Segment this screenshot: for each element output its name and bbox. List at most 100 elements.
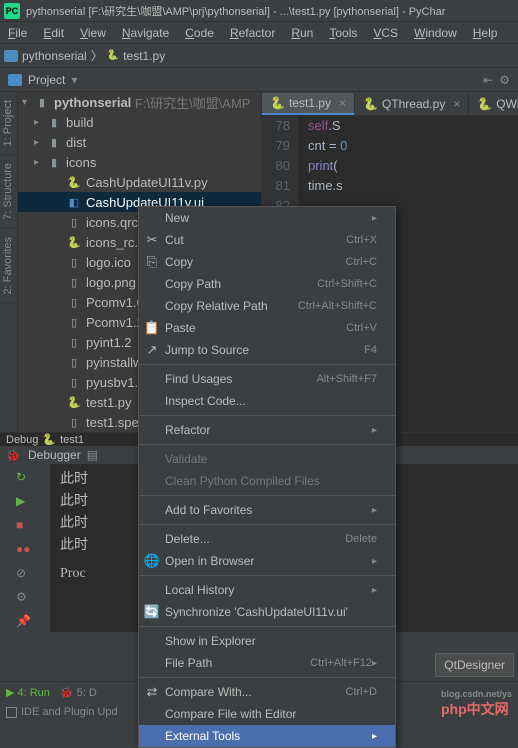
menu-item[interactable]: ⇄Compare With...Ctrl+D — [139, 681, 395, 703]
menu-item[interactable]: Copy PathCtrl+Shift+C — [139, 273, 395, 295]
menu-vcs[interactable]: VCS — [369, 24, 402, 42]
menu-view[interactable]: View — [76, 24, 110, 42]
python-icon: 🐍 — [42, 433, 56, 446]
ide-update-label[interactable]: IDE and Plugin Upd — [21, 706, 118, 718]
console-icon[interactable]: ▤ — [87, 448, 98, 462]
menu-item[interactable]: New▸ — [139, 207, 395, 229]
expand-icon[interactable]: ▸ — [34, 137, 46, 148]
menu-item[interactable]: Compare File with Editor — [139, 703, 395, 725]
menu-tools[interactable]: Tools — [325, 24, 361, 42]
menu-label: Local History — [165, 583, 372, 597]
menu-item[interactable]: External Tools▸ — [139, 725, 395, 747]
resume-icon[interactable]: ▶ — [16, 494, 34, 512]
menu-navigate[interactable]: Navigate — [118, 24, 173, 42]
tree-item[interactable]: ▸▮icons — [18, 152, 261, 172]
checkbox[interactable] — [6, 707, 17, 718]
close-icon[interactable]: × — [339, 96, 346, 110]
view-breakpoints-icon[interactable]: ●● — [16, 542, 34, 560]
line-number: 81 — [262, 176, 290, 196]
tree-root-name: pythonserial — [54, 95, 131, 110]
menu-item[interactable]: Find UsagesAlt+Shift+F7 — [139, 368, 395, 390]
rerun-icon[interactable]: ↻ — [16, 470, 34, 488]
shortcut: Ctrl+V — [346, 322, 377, 334]
menu-help[interactable]: Help — [469, 24, 502, 42]
debug-session[interactable]: test1 — [60, 434, 84, 446]
menu-item[interactable]: Refactor▸ — [139, 419, 395, 441]
mute-icon[interactable]: ⊘ — [16, 566, 34, 584]
collapse-icon[interactable]: ⇤ — [483, 73, 493, 87]
menu-label: Copy Relative Path — [165, 299, 298, 313]
expand-icon[interactable]: ▸ — [34, 117, 46, 128]
menu-item[interactable]: File PathCtrl+Alt+F12▸ — [139, 652, 395, 674]
menu-separator — [139, 524, 395, 525]
menu-file[interactable]: File — [4, 24, 31, 42]
menu-item[interactable]: ⎘CopyCtrl+C — [139, 251, 395, 273]
menu-item[interactable]: Delete...Delete — [139, 528, 395, 550]
tree-item[interactable]: ▸▮dist — [18, 132, 261, 152]
menu-item[interactable]: Copy Relative PathCtrl+Alt+Shift+C — [139, 295, 395, 317]
menu-label: Validate — [165, 452, 377, 466]
editor-tab[interactable]: 🐍test1.py× — [262, 93, 355, 115]
submenu-arrow-icon: ▸ — [372, 585, 377, 596]
debug-icon[interactable]: 🐞 — [4, 446, 22, 464]
dropdown-icon[interactable]: ▾ — [71, 73, 77, 87]
tree-item[interactable]: ▸▮build — [18, 112, 261, 132]
menu-item[interactable]: 📋PasteCtrl+V — [139, 317, 395, 339]
menu-item[interactable]: Inspect Code... — [139, 390, 395, 412]
code-line[interactable]: print( — [308, 156, 518, 176]
tree-label: test1.py — [86, 395, 132, 410]
menu-code[interactable]: Code — [181, 24, 218, 42]
project-panel-header: Project ▾ ⇤ ⚙ — [0, 68, 518, 92]
menu-separator — [139, 677, 395, 678]
file-icon: ▯ — [66, 376, 82, 389]
editor-tab[interactable]: 🐍QWi× — [469, 93, 518, 115]
menu-item[interactable]: 🔄Synchronize 'CashUpdateUI11v.ui' — [139, 601, 395, 623]
project-label[interactable]: Project — [28, 73, 65, 87]
debugger-tab[interactable]: Debugger — [28, 448, 81, 462]
gear-icon[interactable]: ⚙ — [499, 73, 510, 87]
debug-tool-window[interactable]: 🐞 5: D — [60, 686, 97, 699]
menu-item[interactable]: ↗Jump to SourceF4 — [139, 339, 395, 361]
menu-item[interactable]: Add to Favorites▸ — [139, 499, 395, 521]
watermark: blog.csdn.net/ys php中文网 — [441, 689, 512, 719]
file-icon: ▮ — [46, 116, 62, 129]
code-line[interactable]: self.S — [308, 116, 518, 136]
stop-icon[interactable]: ■ — [16, 518, 34, 536]
menu-item[interactable]: 🌐Open in Browser▸ — [139, 550, 395, 572]
tab-label: test1.py — [289, 96, 331, 110]
breadcrumb-file[interactable]: test1.py — [123, 49, 165, 63]
menu-run[interactable]: Run — [287, 24, 317, 42]
expand-icon[interactable]: ▸ — [34, 157, 46, 168]
menu-item[interactable]: ✂CutCtrl+X — [139, 229, 395, 251]
tree-item[interactable]: 🐍CashUpdateUI11v.py — [18, 172, 261, 192]
breadcrumb-project[interactable]: pythonserial — [22, 49, 87, 63]
debug-title[interactable]: Debug — [6, 434, 38, 446]
file-icon: 🐍 — [66, 396, 82, 409]
menu-refactor[interactable]: Refactor — [226, 24, 279, 42]
pin-icon[interactable]: 📌 — [16, 614, 34, 632]
menu-edit[interactable]: Edit — [39, 24, 68, 42]
tree-root[interactable]: ▾ ▮ pythonserial F:\研究生\咖盟\AMP — [18, 92, 261, 112]
settings-icon[interactable]: ⚙ — [16, 590, 34, 608]
menu-label: Cut — [165, 233, 346, 247]
editor-tab[interactable]: 🐍QThread.py× — [355, 93, 469, 115]
menu-item[interactable]: Local History▸ — [139, 579, 395, 601]
expand-icon[interactable]: ▾ — [22, 97, 34, 108]
code-line[interactable]: cnt = 0 — [308, 136, 518, 156]
sync-icon: 🔄 — [143, 604, 161, 620]
menu-separator — [139, 364, 395, 365]
shortcut: F4 — [364, 344, 377, 356]
file-icon: ▮ — [46, 136, 62, 149]
chevron-right-icon: 〉 — [91, 47, 103, 64]
close-icon[interactable]: × — [453, 97, 460, 111]
copy-icon: ⎘ — [143, 254, 161, 270]
side-tab-structure[interactable]: 7: Structure — [0, 155, 16, 229]
menu-window[interactable]: Window — [410, 24, 461, 42]
tree-label: icons_rc.p — [86, 235, 145, 250]
run-tool-window[interactable]: ▶ 4: Run — [6, 686, 50, 699]
side-tab-favorites[interactable]: 2: Favorites — [0, 229, 16, 303]
menu-item[interactable]: Show in Explorer — [139, 630, 395, 652]
side-tab-project[interactable]: 1: Project — [0, 92, 16, 155]
code-line[interactable]: time.s — [308, 176, 518, 196]
menu-separator — [139, 575, 395, 576]
